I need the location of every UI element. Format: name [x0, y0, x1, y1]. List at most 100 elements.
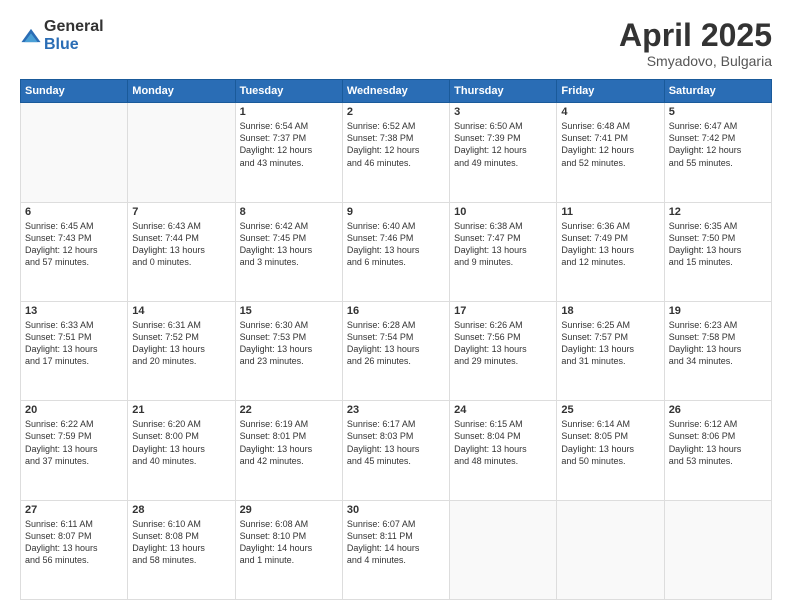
- day-header-friday: Friday: [557, 80, 664, 103]
- cell-content: Sunrise: 6:08 AMSunset: 8:10 PMDaylight:…: [240, 518, 338, 567]
- day-number: 13: [25, 305, 123, 317]
- cell-content: Sunrise: 6:33 AMSunset: 7:51 PMDaylight:…: [25, 319, 123, 368]
- calendar-cell: 8 Sunrise: 6:42 AMSunset: 7:45 PMDaylight…: [235, 202, 342, 301]
- day-header-saturday: Saturday: [664, 80, 771, 103]
- calendar-cell: 16Sunrise: 6:28 AMSunset: 7:54 PMDayligh…: [342, 301, 449, 400]
- calendar-table: SundayMondayTuesdayWednesdayThursdayFrid…: [20, 79, 772, 600]
- calendar-cell: 9 Sunrise: 6:40 AMSunset: 7:46 PMDaylight…: [342, 202, 449, 301]
- page: General Blue April 2025 Smyadovo, Bulgar…: [0, 0, 792, 612]
- calendar-cell: 30 Sunrise: 6:07 AMSunset: 8:11 PMDayligh…: [342, 500, 449, 599]
- day-number: 27: [25, 504, 123, 516]
- calendar-cell: [450, 500, 557, 599]
- cell-content: Sunrise: 6:38 AMSunset: 7:47 PMDaylight:…: [454, 220, 552, 269]
- cell-content: Sunrise: 6:40 AMSunset: 7:46 PMDaylight:…: [347, 220, 445, 269]
- calendar-cell: 29 Sunrise: 6:08 AMSunset: 8:10 PMDayligh…: [235, 500, 342, 599]
- calendar-cell: [664, 500, 771, 599]
- calendar-cell: 12 Sunrise: 6:35 AMSunset: 7:50 PMDayligh…: [664, 202, 771, 301]
- calendar-cell: 7 Sunrise: 6:43 AMSunset: 7:44 PMDaylight…: [128, 202, 235, 301]
- calendar-cell: [557, 500, 664, 599]
- cell-content: Sunrise: 6:35 AMSunset: 7:50 PMDaylight:…: [669, 220, 767, 269]
- day-number: 29: [240, 504, 338, 516]
- calendar-cell: 24 Sunrise: 6:15 AMSunset: 8:04 PMDayligh…: [450, 401, 557, 500]
- day-number: 20: [25, 404, 123, 416]
- calendar-cell: 26 Sunrise: 6:12 AMSunset: 8:06 PMDayligh…: [664, 401, 771, 500]
- cell-content: Sunrise: 6:43 AMSunset: 7:44 PMDaylight:…: [132, 220, 230, 269]
- cell-content: Sunrise: 6:19 AMSunset: 8:01 PMDaylight:…: [240, 418, 338, 467]
- day-number: 1: [240, 106, 338, 118]
- cell-content: Sunrise: 6:36 AMSunset: 7:49 PMDaylight:…: [561, 220, 659, 269]
- calendar-week-4: 20 Sunrise: 6:22 AMSunset: 7:59 PMDayligh…: [21, 401, 772, 500]
- day-number: 4: [561, 106, 659, 118]
- calendar-cell: 19 Sunrise: 6:23 AMSunset: 7:58 PMDayligh…: [664, 301, 771, 400]
- calendar-cell: 14Sunrise: 6:31 AMSunset: 7:52 PMDayligh…: [128, 301, 235, 400]
- day-number: 18: [561, 305, 659, 317]
- day-number: 16: [347, 305, 445, 317]
- cell-content: Sunrise: 6:30 AMSunset: 7:53 PMDaylight:…: [240, 319, 338, 368]
- cell-content: Sunrise: 6:25 AMSunset: 7:57 PMDaylight:…: [561, 319, 659, 368]
- day-number: 5: [669, 106, 767, 118]
- calendar-cell: [128, 103, 235, 202]
- calendar-cell: 13 Sunrise: 6:33 AMSunset: 7:51 PMDayligh…: [21, 301, 128, 400]
- cell-content: Sunrise: 6:17 AMSunset: 8:03 PMDaylight:…: [347, 418, 445, 467]
- day-number: 9: [347, 206, 445, 218]
- day-number: 17: [454, 305, 552, 317]
- calendar-cell: 4 Sunrise: 6:48 AMSunset: 7:41 PMDaylight…: [557, 103, 664, 202]
- calendar-cell: 6 Sunrise: 6:45 AMSunset: 7:43 PMDaylight…: [21, 202, 128, 301]
- calendar-week-5: 27 Sunrise: 6:11 AMSunset: 8:07 PMDayligh…: [21, 500, 772, 599]
- calendar-cell: 2Sunrise: 6:52 AMSunset: 7:38 PMDaylight…: [342, 103, 449, 202]
- cell-content: Sunrise: 6:48 AMSunset: 7:41 PMDaylight:…: [561, 120, 659, 169]
- day-number: 22: [240, 404, 338, 416]
- cell-content: Sunrise: 6:20 AMSunset: 8:00 PMDaylight:…: [132, 418, 230, 467]
- day-number: 12: [669, 206, 767, 218]
- calendar-cell: 5 Sunrise: 6:47 AMSunset: 7:42 PMDaylight…: [664, 103, 771, 202]
- day-header-tuesday: Tuesday: [235, 80, 342, 103]
- calendar-cell: 11 Sunrise: 6:36 AMSunset: 7:49 PMDayligh…: [557, 202, 664, 301]
- day-number: 7: [132, 206, 230, 218]
- cell-content: Sunrise: 6:45 AMSunset: 7:43 PMDaylight:…: [25, 220, 123, 269]
- day-header-wednesday: Wednesday: [342, 80, 449, 103]
- month-title: April 2025: [619, 18, 772, 53]
- day-number: 19: [669, 305, 767, 317]
- calendar-cell: 27 Sunrise: 6:11 AMSunset: 8:07 PMDayligh…: [21, 500, 128, 599]
- calendar-week-2: 6 Sunrise: 6:45 AMSunset: 7:43 PMDaylight…: [21, 202, 772, 301]
- cell-content: Sunrise: 6:22 AMSunset: 7:59 PMDaylight:…: [25, 418, 123, 467]
- cell-content: Sunrise: 6:52 AMSunset: 7:38 PMDaylight:…: [347, 120, 445, 169]
- cell-content: Sunrise: 6:42 AMSunset: 7:45 PMDaylight:…: [240, 220, 338, 269]
- day-number: 3: [454, 106, 552, 118]
- calendar-cell: 20 Sunrise: 6:22 AMSunset: 7:59 PMDayligh…: [21, 401, 128, 500]
- cell-content: Sunrise: 6:11 AMSunset: 8:07 PMDaylight:…: [25, 518, 123, 567]
- cell-content: Sunrise: 6:12 AMSunset: 8:06 PMDaylight:…: [669, 418, 767, 467]
- calendar-week-3: 13 Sunrise: 6:33 AMSunset: 7:51 PMDayligh…: [21, 301, 772, 400]
- logo-icon: [20, 26, 42, 48]
- day-number: 11: [561, 206, 659, 218]
- calendar-header-row: SundayMondayTuesdayWednesdayThursdayFrid…: [21, 80, 772, 103]
- cell-content: Sunrise: 6:07 AMSunset: 8:11 PMDaylight:…: [347, 518, 445, 567]
- day-number: 30: [347, 504, 445, 516]
- calendar-cell: 18 Sunrise: 6:25 AMSunset: 7:57 PMDayligh…: [557, 301, 664, 400]
- logo-blue: Blue: [44, 36, 104, 54]
- day-number: 26: [669, 404, 767, 416]
- day-header-thursday: Thursday: [450, 80, 557, 103]
- cell-content: Sunrise: 6:23 AMSunset: 7:58 PMDaylight:…: [669, 319, 767, 368]
- day-number: 14: [132, 305, 230, 317]
- day-number: 24: [454, 404, 552, 416]
- calendar-cell: 10 Sunrise: 6:38 AMSunset: 7:47 PMDayligh…: [450, 202, 557, 301]
- calendar-cell: 21 Sunrise: 6:20 AMSunset: 8:00 PMDayligh…: [128, 401, 235, 500]
- logo: General Blue: [20, 18, 104, 53]
- cell-content: Sunrise: 6:54 AMSunset: 7:37 PMDaylight:…: [240, 120, 338, 169]
- day-number: 15: [240, 305, 338, 317]
- cell-content: Sunrise: 6:15 AMSunset: 8:04 PMDaylight:…: [454, 418, 552, 467]
- cell-content: Sunrise: 6:50 AMSunset: 7:39 PMDaylight:…: [454, 120, 552, 169]
- day-number: 6: [25, 206, 123, 218]
- day-header-sunday: Sunday: [21, 80, 128, 103]
- day-number: 8: [240, 206, 338, 218]
- calendar-cell: 22 Sunrise: 6:19 AMSunset: 8:01 PMDayligh…: [235, 401, 342, 500]
- day-number: 23: [347, 404, 445, 416]
- calendar-cell: 28Sunrise: 6:10 AMSunset: 8:08 PMDayligh…: [128, 500, 235, 599]
- day-number: 21: [132, 404, 230, 416]
- cell-content: Sunrise: 6:26 AMSunset: 7:56 PMDaylight:…: [454, 319, 552, 368]
- cell-content: Sunrise: 6:47 AMSunset: 7:42 PMDaylight:…: [669, 120, 767, 169]
- calendar-cell: 25Sunrise: 6:14 AMSunset: 8:05 PMDayligh…: [557, 401, 664, 500]
- calendar-week-1: 1 Sunrise: 6:54 AMSunset: 7:37 PMDaylight…: [21, 103, 772, 202]
- day-number: 10: [454, 206, 552, 218]
